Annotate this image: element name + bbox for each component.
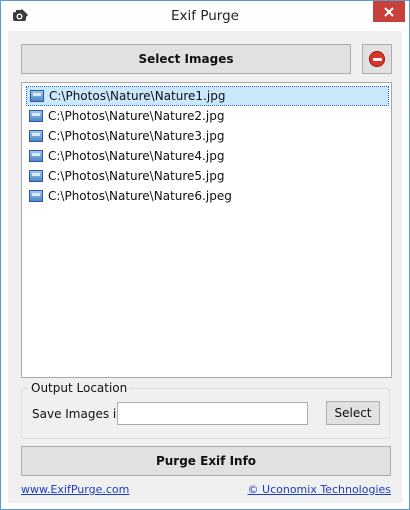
app-window: Exif Purge Select Images C:\Photos\Natur… [0, 0, 410, 510]
image-file-icon [30, 90, 44, 102]
remove-image-button[interactable] [362, 44, 392, 74]
image-file-list[interactable]: C:\Photos\Nature\Nature1.jpg C:\Photos\Na… [21, 82, 392, 378]
file-path-label: C:\Photos\Nature\Nature5.jpg [48, 169, 225, 183]
file-path-label: C:\Photos\Nature\Nature3.jpg [48, 129, 225, 143]
file-list-item[interactable]: C:\Photos\Nature\Nature3.jpg [26, 126, 389, 146]
output-path-input[interactable] [117, 402, 308, 425]
close-button[interactable] [373, 1, 405, 22]
image-file-icon [29, 190, 43, 202]
main-panel: Select Images C:\Photos\Nature\Nature1.j… [8, 31, 402, 503]
file-path-label: C:\Photos\Nature\Nature2.jpg [48, 109, 225, 123]
file-list-item[interactable]: C:\Photos\Nature\Nature2.jpg [26, 106, 389, 126]
window-title: Exif Purge [171, 8, 239, 24]
select-images-button[interactable]: Select Images [21, 44, 351, 74]
file-list-item[interactable]: C:\Photos\Nature\Nature5.jpg [26, 166, 389, 186]
website-link[interactable]: www.ExifPurge.com [21, 483, 129, 496]
image-file-icon [29, 110, 43, 122]
title-bar[interactable]: Exif Purge [1, 1, 409, 31]
select-folder-button[interactable]: Select [326, 401, 380, 425]
save-images-label: Save Images in [32, 407, 124, 421]
file-list-item[interactable]: C:\Photos\Nature\Nature1.jpg [26, 86, 389, 106]
copyright-link[interactable]: © Uconomix Technologies [248, 483, 391, 496]
file-list-item[interactable]: C:\Photos\Nature\Nature6.jpeg [26, 186, 389, 206]
file-path-label: C:\Photos\Nature\Nature1.jpg [49, 89, 226, 103]
image-file-icon [29, 150, 43, 162]
close-icon [384, 6, 394, 17]
file-list-item[interactable]: C:\Photos\Nature\Nature4.jpg [26, 146, 389, 166]
image-file-icon [29, 170, 43, 182]
output-location-group: Output Location Save Images in Select [21, 381, 390, 439]
output-location-label: Output Location [28, 381, 131, 395]
remove-icon [369, 51, 385, 67]
image-file-icon [29, 130, 43, 142]
purge-exif-button[interactable]: Purge Exif Info [21, 446, 391, 476]
file-path-label: C:\Photos\Nature\Nature6.jpeg [48, 189, 232, 203]
file-path-label: C:\Photos\Nature\Nature4.jpg [48, 149, 225, 163]
